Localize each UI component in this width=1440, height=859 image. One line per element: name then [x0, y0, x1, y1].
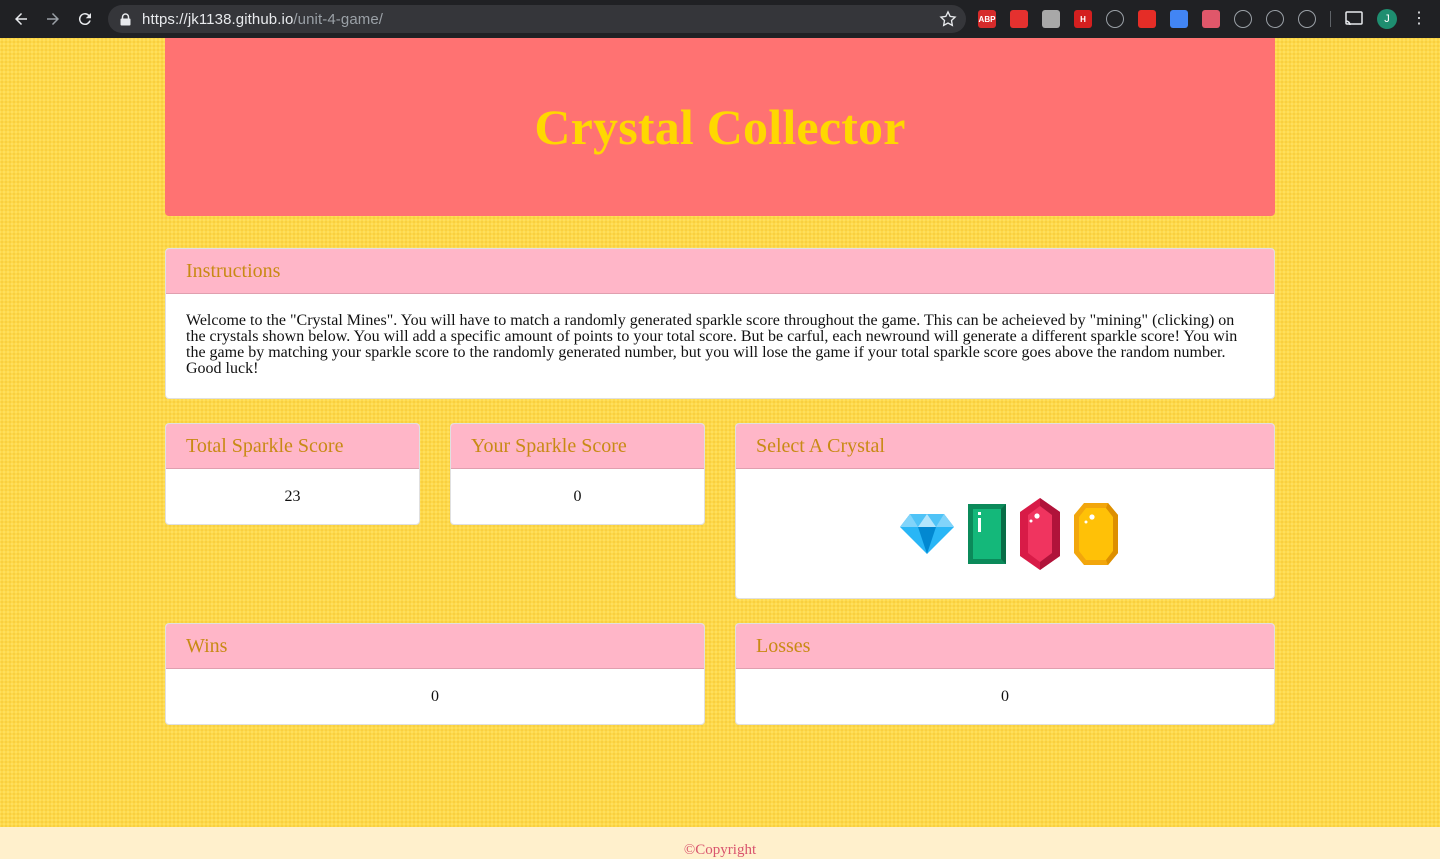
total-score-value: 23 — [284, 488, 301, 505]
copyright-text: ©Copyright — [683, 842, 757, 858]
back-arrow-icon[interactable] — [9, 7, 33, 31]
adblock-plus-icon[interactable]: ABP — [978, 10, 996, 28]
bookmark-star-icon[interactable] — [938, 9, 958, 29]
losses-value: 0 — [1001, 688, 1009, 705]
screenshot-frame-icon[interactable] — [1266, 10, 1284, 28]
green-emerald-crystal[interactable] — [968, 504, 1006, 564]
globe-extension-icon[interactable] — [1298, 10, 1316, 28]
crystal-select-heading: Select A Crystal — [736, 424, 1274, 469]
profile-avatar[interactable]: J — [1377, 9, 1397, 29]
blue-diamond-crystal[interactable] — [900, 514, 954, 554]
yellow-topaz-crystal[interactable] — [1074, 503, 1118, 565]
youtube-icon[interactable] — [1138, 10, 1156, 28]
page-container: Crystal Collector Instructions Welcome t… — [165, 38, 1275, 725]
honey-extension-label: H — [1080, 14, 1086, 24]
links-extension-icon[interactable] — [1234, 10, 1252, 28]
honey-extension-icon[interactable]: H — [1074, 10, 1092, 28]
forward-arrow-icon[interactable] — [41, 7, 65, 31]
wins-card: Wins 0 — [165, 623, 705, 725]
total-score-card: Total Sparkle Score 23 — [165, 423, 420, 525]
reload-icon[interactable] — [73, 7, 97, 31]
url-host: https://jk1138.github.io — [142, 10, 294, 28]
cast-icon[interactable] — [1345, 10, 1363, 28]
video-record-icon[interactable] — [1202, 10, 1220, 28]
red-ruby-crystal[interactable] — [1020, 498, 1060, 570]
kanji-extension-icon[interactable] — [1042, 10, 1060, 28]
crystal-row — [736, 469, 1274, 598]
losses-heading: Losses — [736, 624, 1274, 669]
url-path: /unit-4-game/ — [293, 10, 384, 28]
browser-menu-icon[interactable]: ⋮ — [1411, 11, 1427, 27]
crystal-select-card: Select A Crystal — [735, 423, 1275, 599]
address-bar[interactable]: https://jk1138.github.io/unit-4-game/ — [108, 5, 966, 33]
page-title: Crystal Collector — [534, 99, 906, 155]
browser-toolbar: https://jk1138.github.io/unit-4-game/ AB… — [0, 0, 1440, 38]
wins-value: 0 — [431, 688, 439, 705]
toolbar-separator — [1330, 11, 1331, 27]
instructions-card: Instructions Welcome to the "Crystal Min… — [165, 248, 1275, 399]
lock-icon — [120, 12, 132, 26]
instructions-heading: Instructions — [166, 249, 1274, 294]
url-text: https://jk1138.github.io/unit-4-game/ — [142, 11, 383, 28]
red-arrow-icon[interactable] — [1106, 10, 1124, 28]
adblock-plus-label: ABP — [978, 14, 996, 24]
google-translate-icon[interactable] — [1170, 10, 1188, 28]
your-score-value: 0 — [573, 488, 582, 505]
extensions-bar: ABP H J ⋮ — [978, 6, 1427, 32]
your-score-card: Your Sparkle Score 0 — [450, 423, 705, 525]
wins-heading: Wins — [166, 624, 704, 669]
stop-hand-icon[interactable] — [1010, 10, 1028, 28]
footer: ©Copyright — [0, 827, 1440, 859]
your-score-heading: Your Sparkle Score — [451, 424, 704, 469]
total-score-heading: Total Sparkle Score — [166, 424, 419, 469]
losses-card: Losses 0 — [735, 623, 1275, 725]
instructions-text: Welcome to the "Crystal Mines". You will… — [186, 312, 1238, 377]
jumbotron-header: Crystal Collector — [165, 38, 1275, 216]
